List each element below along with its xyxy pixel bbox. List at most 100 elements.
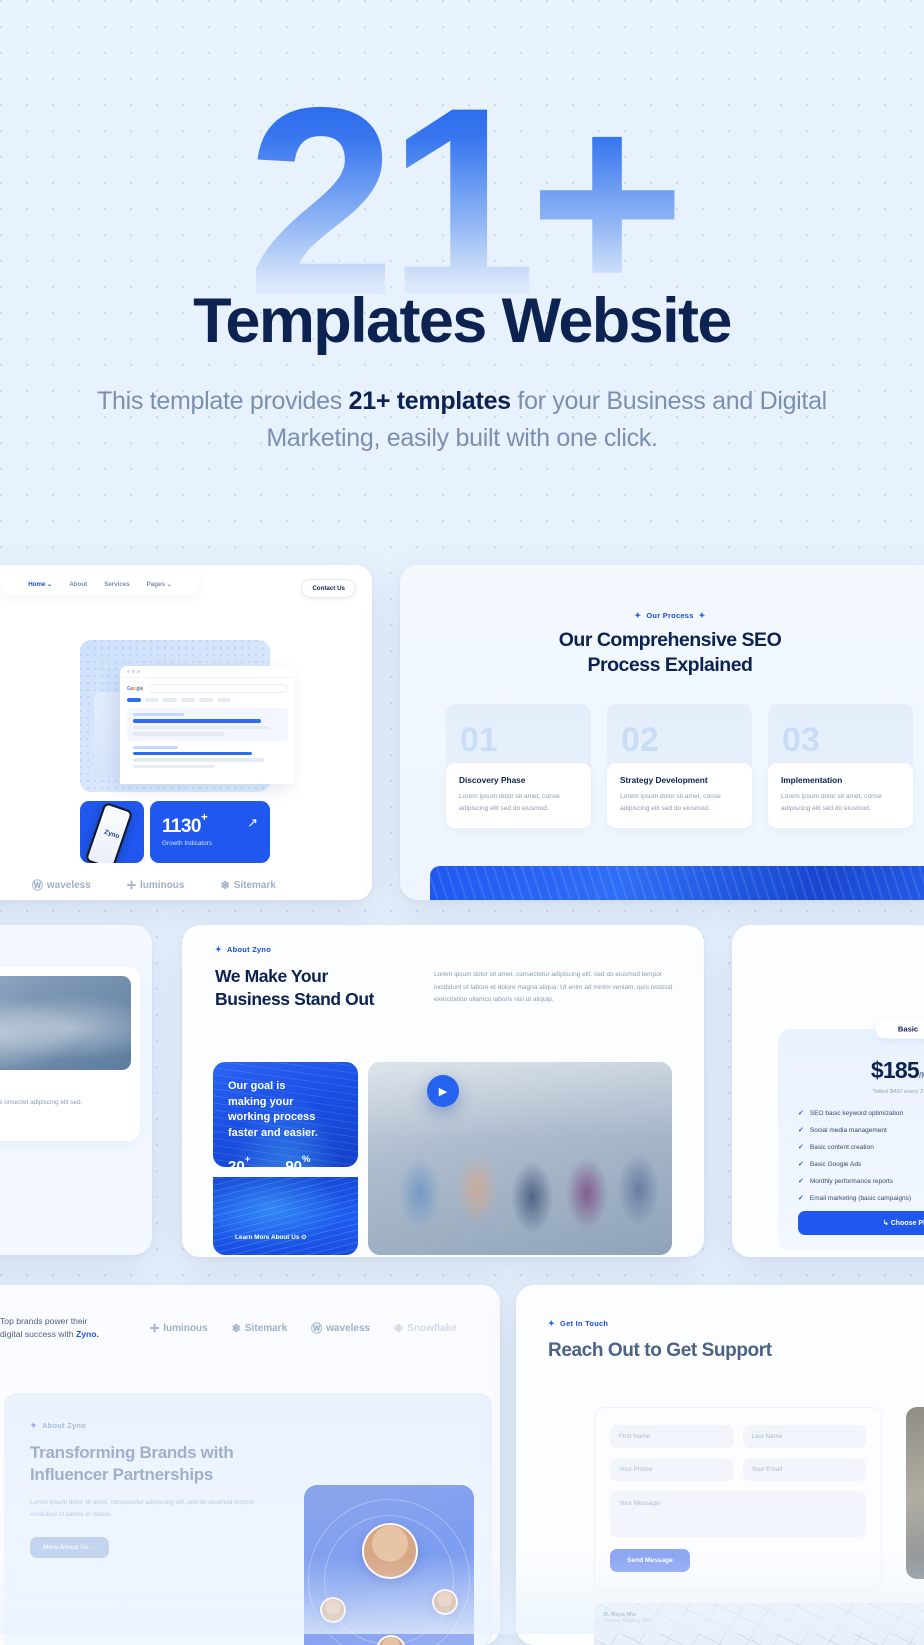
sparkle-icon: ✦: [30, 1420, 38, 1430]
check-icon: ✓: [798, 1195, 804, 1202]
window-dot-icon: [132, 670, 135, 673]
process-steps: 01 Discovery Phase Lorem ipsum dolor sit…: [400, 704, 924, 829]
contact-form[interactable]: First Name Last Name Your Phone Your Ema…: [594, 1407, 882, 1591]
browser-titlebar: [120, 666, 295, 678]
growth-stat-card: 1130+ Growth Indicators ↗: [150, 801, 270, 863]
hero-subtitle-highlight: 21+ templates: [348, 386, 511, 415]
search-result: [127, 745, 288, 769]
search-result: [127, 708, 288, 741]
nav-item-home[interactable]: Home ⌄: [28, 581, 52, 588]
about-eyebrow: ✦ About Zyno: [215, 945, 704, 954]
template-navbar[interactable]: Home ⌄ About Services Pages ⌄: [0, 573, 200, 595]
template-preview-contact[interactable]: ✦ Get In Touch Reach Out to Get Support …: [516, 1285, 924, 1645]
check-icon: ✓: [798, 1161, 804, 1168]
nav-item-pages[interactable]: Pages ⌄: [147, 581, 172, 588]
play-icon[interactable]: ▶: [427, 1075, 459, 1107]
message-textarea[interactable]: Your Message: [610, 1491, 866, 1537]
goal-text: Our goal is making your working process fas…: [228, 1080, 318, 1139]
brands-logo-list: ✛ luminous ❄ Sitemark Ⓦwaveless ❉ Snowflake: [150, 1320, 457, 1336]
contact-eyebrow-label: Get In Touch: [560, 1319, 609, 1328]
sparkle-icon: ✦: [548, 1318, 556, 1328]
pricing-plan-card[interactable]: Basic $185/Month *billed $497 every 3 mo…: [778, 1019, 924, 1251]
step-title: Discovery Phase: [459, 775, 526, 786]
content-strategy-photo: [0, 976, 131, 1070]
process-eyebrow: ✦ Our Process ✦: [400, 611, 924, 620]
template-preview-about[interactable]: ✦ About Zyno We Make Your Business Stand …: [182, 925, 704, 1257]
sparkle-icon: ✦: [634, 610, 642, 620]
window-dot-icon: [137, 670, 140, 673]
browser-mockup: Google: [80, 640, 295, 792]
template-preview-pricing[interactable]: W Basic $185/Month *billed $497 every 3 …: [732, 925, 924, 1257]
plan-billed-note: *billed $497 every 3 months: [872, 1089, 924, 1095]
search-input[interactable]: [148, 684, 288, 693]
sparkle-icon: ✦: [698, 610, 706, 620]
avatar: [432, 1589, 458, 1615]
process-step[interactable]: 01 Discovery Phase Lorem ipsum dolor sit…: [446, 704, 591, 829]
process-eyebrow-label: Our Process: [646, 611, 694, 620]
template-preview-process[interactable]: ✦ Our Process ✦ Our Comprehensive SEO Pro…: [400, 565, 924, 900]
logo-sitemark: ❄ Sitemark: [231, 1322, 288, 1335]
learn-more-about-us-button[interactable]: Learn More About Us ⊙: [235, 1233, 307, 1241]
plan-feature: ✓ SEO basic keyword optimization: [798, 1109, 904, 1118]
first-name-input[interactable]: First Name: [610, 1425, 734, 1448]
plan-price: $185/Month: [798, 1057, 924, 1084]
plan-feature: ✓ Email marketing (basic campaigns): [798, 1194, 912, 1203]
last-name-input[interactable]: Last Name: [742, 1425, 866, 1448]
check-icon: ✓: [798, 1110, 804, 1117]
about-eyebrow-label: About Zyno: [227, 945, 272, 954]
avatar: [362, 1523, 418, 1579]
team-photo: [368, 1062, 672, 1255]
plan-feature: ✓ Monthly performance reports: [798, 1177, 893, 1186]
about-description: Lorem ipsum dolor sit amet, consectetur …: [434, 971, 673, 1004]
logo-waveless: Ⓦwaveless: [311, 1322, 371, 1336]
nav-item-about[interactable]: About: [69, 581, 87, 588]
influencer-network-graphic: [304, 1485, 474, 1645]
goal-card: Our goal is making your working process fas…: [213, 1062, 358, 1167]
growth-stat-label: Growth Indicators: [162, 840, 213, 848]
brands-strip-text: Top brands power their digital success w…: [0, 1316, 99, 1340]
window-dot-icon: [127, 670, 130, 673]
brands-strip: Top brands power their digital success w…: [0, 1315, 486, 1342]
hero-subtitle-part1: This template provides: [97, 386, 349, 415]
template-preview-brands[interactable]: Top brands power their digital success w…: [0, 1285, 500, 1645]
stat-client-awards: 20+ Client Awards: [228, 1153, 251, 1167]
step-desc: Lorem ipsum dolor sit amet, conse adipis…: [620, 793, 721, 812]
growth-stat-value: 1130+: [162, 809, 208, 838]
logo-luminous: ✛ luminous: [150, 1322, 208, 1335]
filter-chips: [127, 698, 288, 702]
plan-feature: ✓ Social media management: [798, 1126, 887, 1135]
email-input[interactable]: Your Email: [742, 1458, 866, 1481]
contact-photo: [906, 1407, 924, 1579]
brand-name: Zyno.: [75, 1329, 99, 1340]
influencer-eyebrow: ✦ About Zyno: [30, 1421, 492, 1430]
process-step[interactable]: 02 Strategy Development Lorem ipsum dolo…: [607, 704, 752, 829]
learn-more-link[interactable]: arn More →: [0, 1119, 131, 1126]
more-about-us-button[interactable]: More About Us →: [30, 1536, 110, 1558]
phone-input[interactable]: Your Phone: [610, 1458, 734, 1481]
nav-item-services[interactable]: Services: [104, 581, 129, 588]
hero-subtitle: This template provides 21+ templates for…: [92, 383, 832, 457]
step-desc: Lorem ipsum dolor sit amet, conse adipis…: [459, 793, 560, 812]
sparkle-icon: ✦: [215, 944, 223, 954]
template-preview-hero[interactable]: Home ⌄ About Services Pages ⌄ Contact Us…: [0, 565, 372, 900]
contact-us-button[interactable]: Contact Us: [301, 579, 356, 598]
plan-price-value: $185: [870, 1057, 920, 1083]
map-subtitle: Cempa Pagang Bali: [603, 1618, 651, 1624]
plan-name-badge: Basic: [875, 1019, 924, 1039]
contact-map[interactable]: Jl. Raya Mis Cempa Pagang Bali: [594, 1603, 924, 1645]
step-number: 03: [782, 721, 820, 760]
goal-stats: 20+ Client Awards 90% Success Rate: [228, 1153, 343, 1167]
template-preview-content-strategy[interactable]: ontent Strategy rem ipsum dolor sit amet…: [0, 925, 152, 1255]
process-step[interactable]: 03 Implementation Lorem ipsum dolor sit …: [768, 704, 913, 829]
process-heading: Our Comprehensive SEO Process Explained: [558, 629, 782, 676]
influencer-eyebrow-label: About Zyno: [42, 1421, 87, 1430]
influencer-section: ✦ About Zyno Transforming Brands with Inf…: [4, 1393, 492, 1645]
stat-success-rate: 90% Success Rate: [285, 1153, 311, 1167]
logo-sitemark: ❄ Sitemark: [220, 879, 276, 892]
step-number: 02: [621, 721, 659, 760]
avatar: [320, 1597, 346, 1623]
logo-waveless: Ⓦwaveless: [31, 879, 91, 893]
influencer-heading: Transforming Brands with Influencer Partn…: [30, 1443, 234, 1485]
send-message-button[interactable]: Send Message: [610, 1549, 690, 1572]
choose-plan-button[interactable]: ↳ Choose Plan: [798, 1211, 924, 1235]
